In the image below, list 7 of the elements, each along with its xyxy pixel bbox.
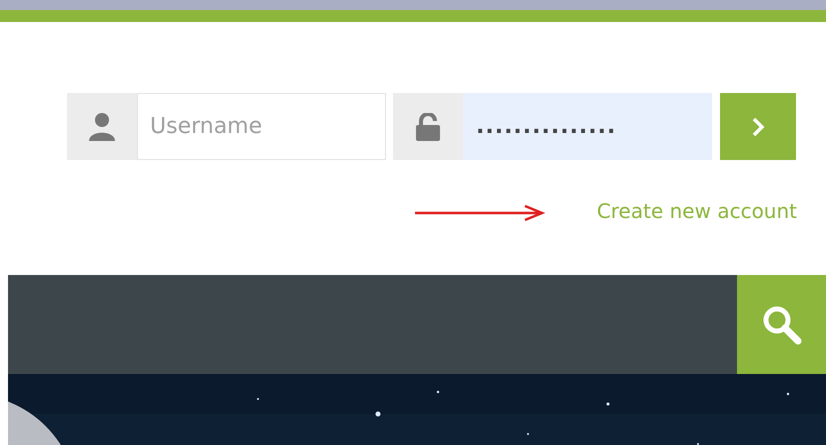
chevron-right-icon — [751, 116, 765, 138]
search-button[interactable] — [737, 275, 826, 374]
password-field[interactable]: ............... — [463, 93, 712, 160]
search-icon — [762, 304, 802, 344]
user-icon — [89, 112, 115, 140]
lock-icon — [416, 112, 440, 140]
username-field[interactable]: Username — [137, 93, 386, 160]
